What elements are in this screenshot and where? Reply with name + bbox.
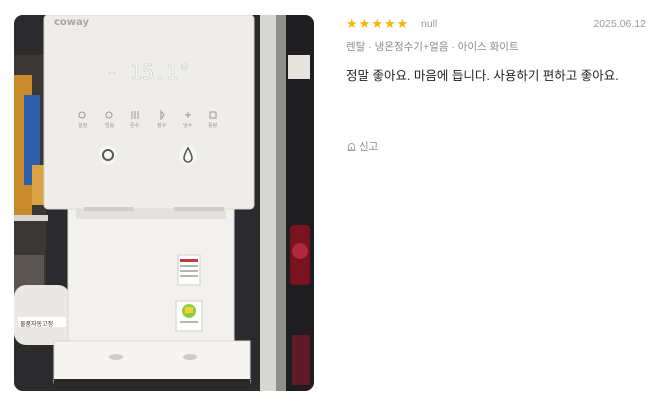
star-icon: ★ <box>383 16 396 31</box>
product-option: 렌탈 · 냉온정수기+얼음 · 아이스 화이트 <box>346 41 519 53</box>
svg-text:냉수: 냉수 <box>183 122 193 129</box>
svg-text:물품자동고정: 물품자동고정 <box>20 320 53 328</box>
svg-text:얼음: 얼음 <box>105 122 115 129</box>
report-button[interactable]: 신고 <box>346 139 378 154</box>
star-icon: ★ <box>396 16 409 31</box>
review-meta: ★ ★ ★ ★ ★ null 2025.06.12 <box>346 16 646 34</box>
star-rating: ★ ★ ★ ★ ★ <box>346 16 408 32</box>
svg-text:정수: 정수 <box>157 122 167 129</box>
review-text: 정말 좋아요. 마음에 듭니다. 사용하기 편하고 좋아요. <box>346 69 619 83</box>
star-icon: ★ <box>371 16 383 31</box>
review-date: 2025.06.12 <box>593 18 646 30</box>
review-author: null <box>421 18 438 30</box>
report-label: 신고 <box>359 141 379 153</box>
svg-text:- 15.1°: - 15.1° <box>106 60 190 84</box>
star-icon: ★ <box>358 16 371 31</box>
svg-text:온수: 온수 <box>130 123 140 129</box>
water-purifier-photo: 물품자동고정 coway - 15.1° 설정 얼음 온수 정수 냉수 용량 <box>14 15 314 391</box>
star-icon: ★ <box>346 16 358 31</box>
svg-text:coway: coway <box>54 17 89 28</box>
siren-icon <box>347 143 356 151</box>
review-photo[interactable]: 물품자동고정 coway - 15.1° 설정 얼음 온수 정수 냉수 용량 <box>14 15 314 391</box>
svg-text:설정: 설정 <box>78 122 87 129</box>
svg-text:용량: 용량 <box>208 122 218 129</box>
